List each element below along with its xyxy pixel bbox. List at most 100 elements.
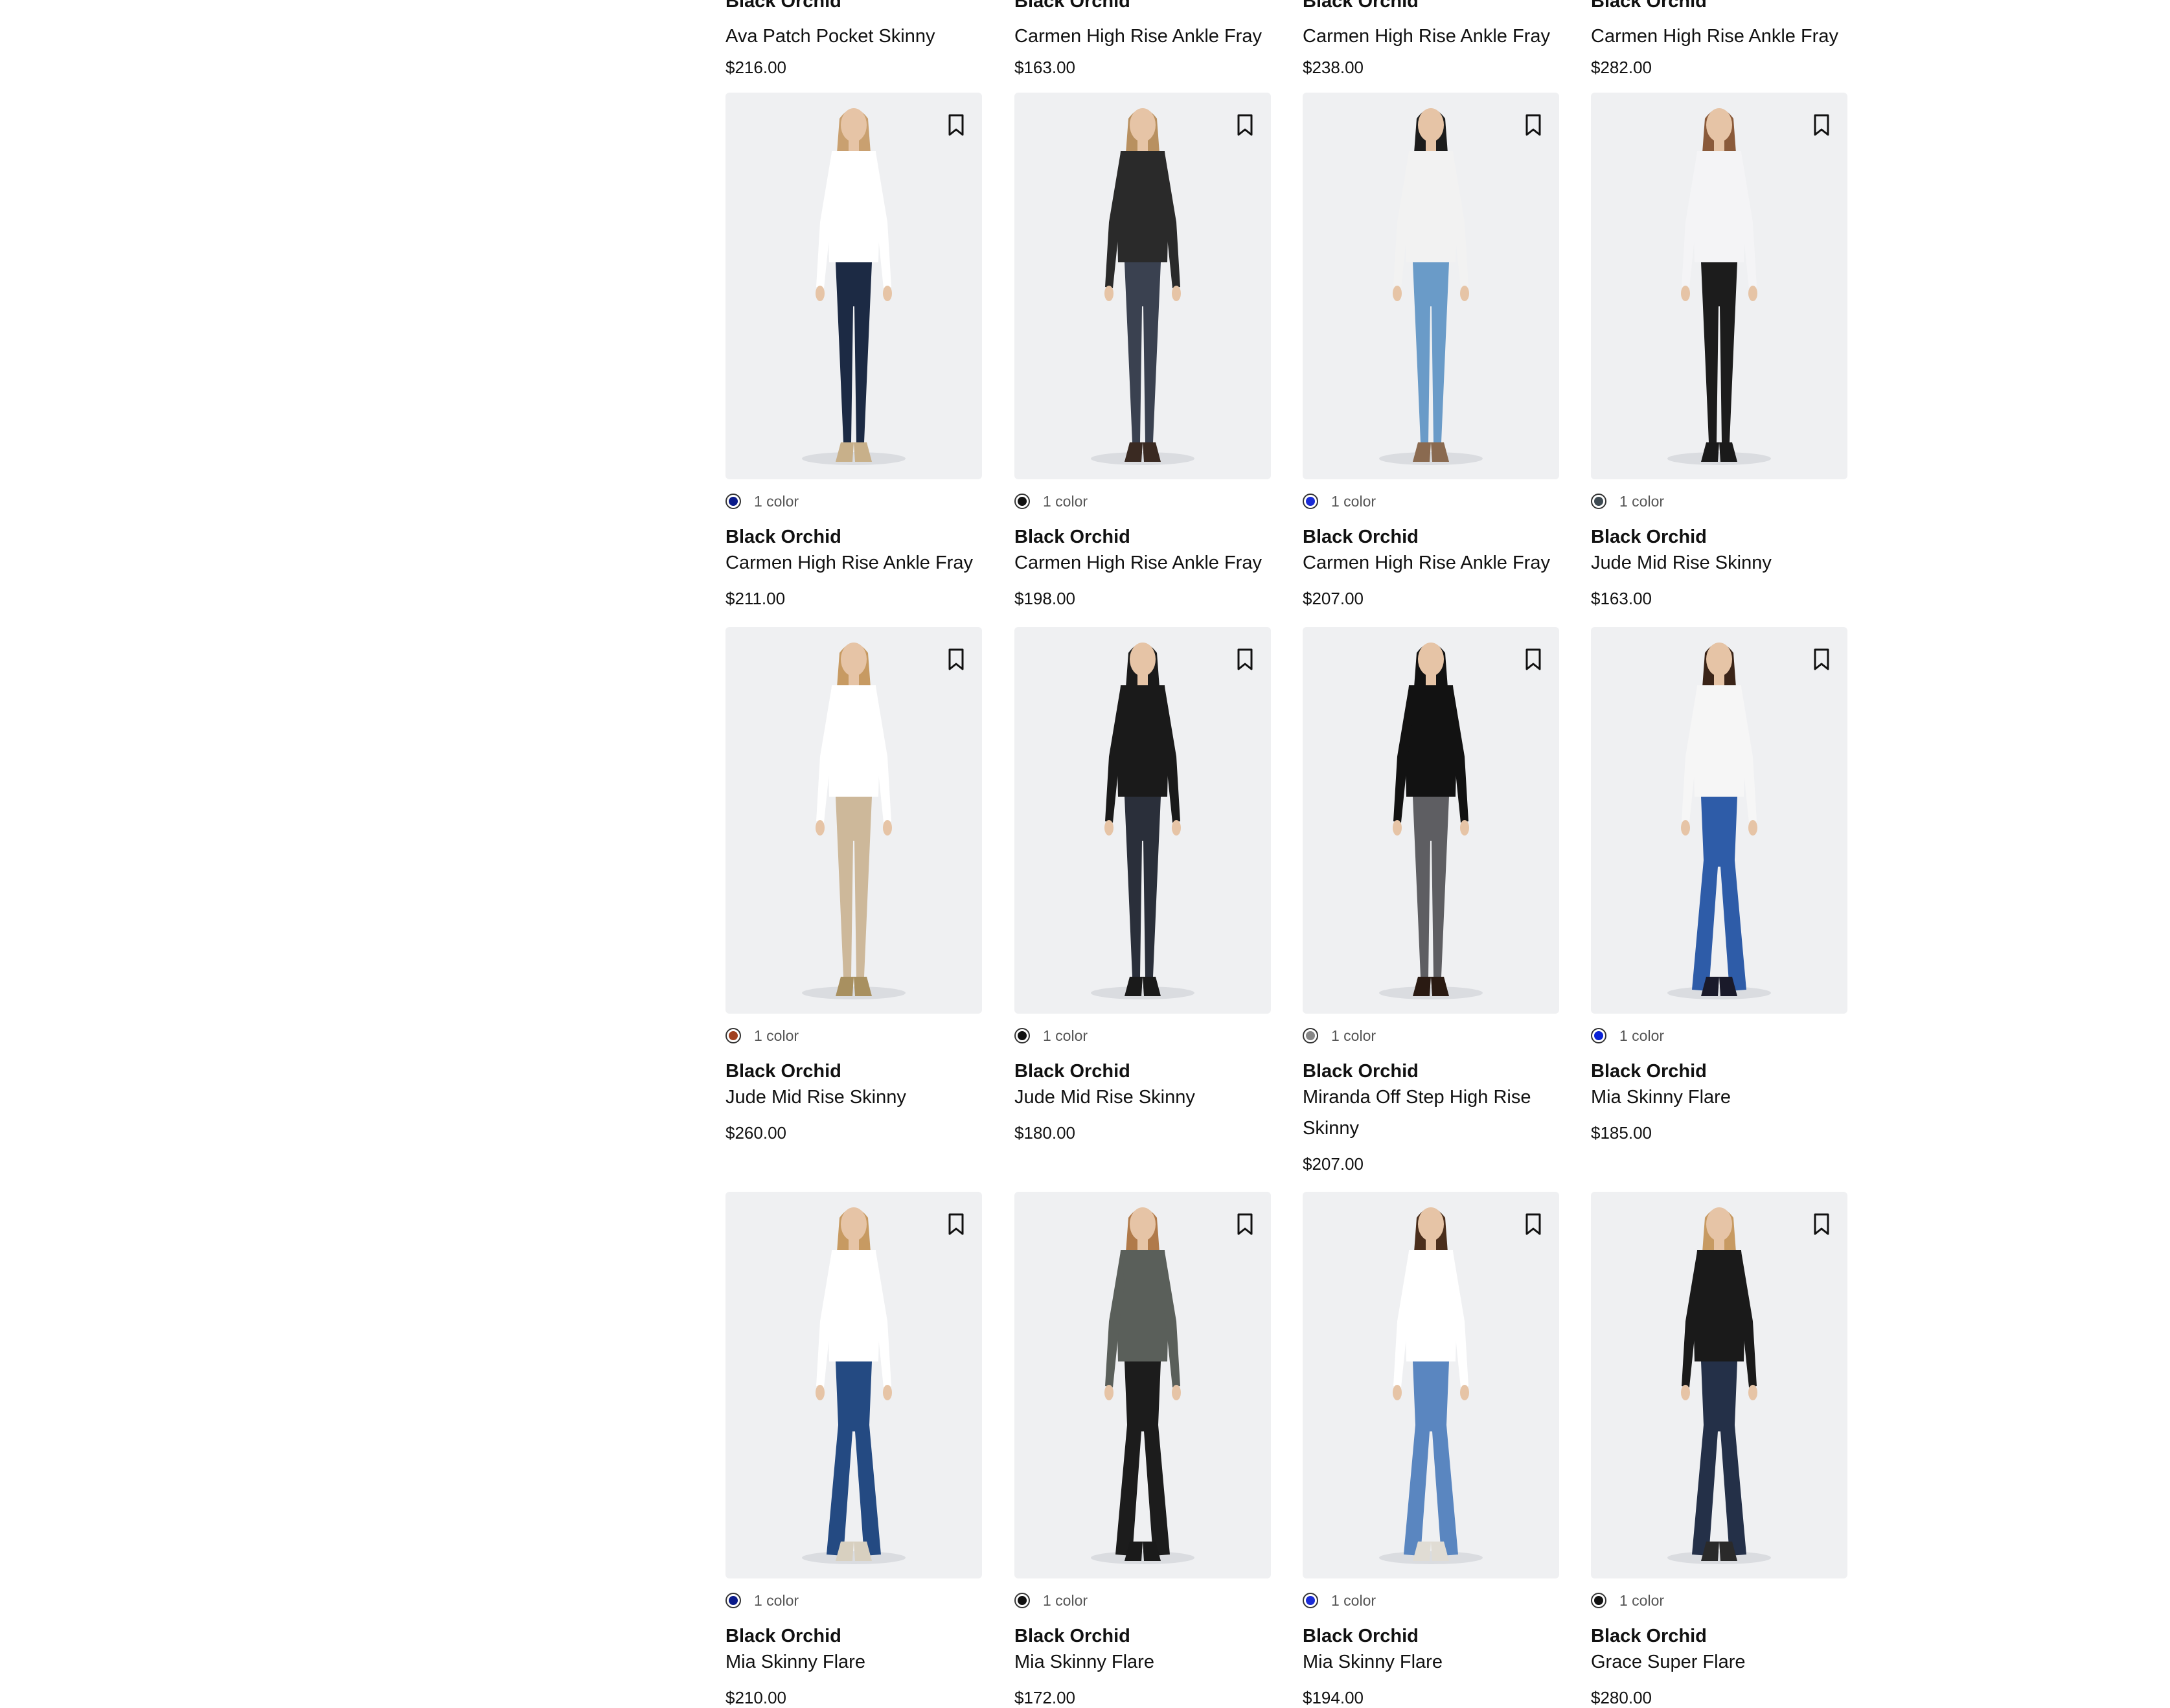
- product-name[interactable]: Jude Mid Rise Skinny: [725, 1082, 982, 1113]
- product-price: $180.00: [1014, 1123, 1075, 1143]
- product-name[interactable]: Jude Mid Rise Skinny: [1591, 547, 1847, 578]
- color-swatch[interactable]: [1591, 1028, 1606, 1043]
- color-options: 1 color: [1303, 490, 1376, 512]
- product-image[interactable]: [1014, 627, 1271, 1014]
- product-photo: [1379, 643, 1483, 999]
- product-name[interactable]: Mia Skinny Flare: [725, 1646, 982, 1678]
- bookmark-icon[interactable]: [1524, 1213, 1542, 1236]
- color-swatch[interactable]: [725, 494, 741, 509]
- product-brand: Black Orchid: [1303, 0, 1419, 12]
- product-brand: Black Orchid: [1591, 0, 1707, 12]
- product-photo: [1667, 1207, 1771, 1564]
- product-image[interactable]: [725, 93, 982, 479]
- product-image[interactable]: [725, 627, 982, 1014]
- color-count: 1 color: [1043, 492, 1088, 510]
- color-swatch[interactable]: [1014, 1028, 1030, 1043]
- color-count: 1 color: [754, 1027, 799, 1044]
- product-brand: Black Orchid: [1014, 0, 1130, 12]
- product-brand: Black Orchid: [1591, 1626, 1707, 1646]
- color-swatch[interactable]: [1014, 1593, 1030, 1608]
- product-photo: [1091, 1207, 1194, 1564]
- bookmark-icon[interactable]: [1236, 113, 1254, 137]
- product-image[interactable]: [1303, 93, 1559, 479]
- bookmark-icon[interactable]: [947, 1213, 965, 1236]
- bookmark-icon[interactable]: [1524, 113, 1542, 137]
- product-price: $238.00: [1303, 58, 1364, 77]
- bookmark-icon[interactable]: [1812, 1213, 1831, 1236]
- product-name[interactable]: Grace Super Flare: [1591, 1646, 1847, 1678]
- color-count: 1 color: [1043, 1591, 1088, 1609]
- product-price: $207.00: [1303, 589, 1364, 608]
- product-image[interactable]: [1303, 627, 1559, 1014]
- product-photo: [802, 643, 906, 999]
- product-image[interactable]: [1303, 1192, 1559, 1578]
- product-name[interactable]: Jude Mid Rise Skinny: [1014, 1082, 1271, 1113]
- color-options: 1 color: [1591, 1589, 1664, 1611]
- product-image[interactable]: [1591, 1192, 1847, 1578]
- color-swatch[interactable]: [1303, 1593, 1318, 1608]
- color-swatch[interactable]: [1303, 1028, 1318, 1043]
- product-name[interactable]: Carmen High Rise Ankle Fray: [1303, 547, 1559, 578]
- bookmark-icon[interactable]: [947, 648, 965, 671]
- product-price: $207.00: [1303, 1154, 1364, 1174]
- product-brand: Black Orchid: [1303, 1061, 1419, 1082]
- product-photo: [1379, 108, 1483, 465]
- product-brand: Black Orchid: [1591, 527, 1707, 547]
- product-name[interactable]: Miranda Off Step High Rise Skinny: [1303, 1082, 1559, 1144]
- product-name[interactable]: Ava Patch Pocket Skinny: [725, 21, 982, 52]
- product-image[interactable]: [725, 1192, 982, 1578]
- product-grid: Black Orchid Ava Patch Pocket Skinny $216.…: [0, 0, 2170, 1707]
- product-name[interactable]: Mia Skinny Flare: [1591, 1082, 1847, 1113]
- product-name[interactable]: Carmen High Rise Ankle Fray: [1014, 547, 1271, 578]
- color-count: 1 color: [1331, 1591, 1376, 1609]
- color-options: 1 color: [1591, 490, 1664, 512]
- color-count: 1 color: [1331, 492, 1376, 510]
- color-swatch[interactable]: [725, 1028, 741, 1043]
- product-name[interactable]: Carmen High Rise Ankle Fray: [1303, 21, 1559, 52]
- product-image[interactable]: [1014, 1192, 1271, 1578]
- bookmark-icon[interactable]: [1236, 648, 1254, 671]
- color-options: 1 color: [1014, 490, 1088, 512]
- color-options: 1 color: [725, 1025, 799, 1047]
- color-count: 1 color: [1331, 1027, 1376, 1044]
- product-image[interactable]: [1591, 627, 1847, 1014]
- product-name[interactable]: Mia Skinny Flare: [1303, 1646, 1559, 1678]
- color-count: 1 color: [754, 1591, 799, 1609]
- product-price: $282.00: [1591, 58, 1652, 77]
- color-swatch[interactable]: [1014, 494, 1030, 509]
- product-name[interactable]: Carmen High Rise Ankle Fray: [1591, 21, 1847, 52]
- product-price: $163.00: [1591, 589, 1652, 608]
- product-photo: [1091, 643, 1194, 999]
- color-options: 1 color: [1303, 1589, 1376, 1611]
- product-name[interactable]: Mia Skinny Flare: [1014, 1646, 1271, 1678]
- color-count: 1 color: [1043, 1027, 1088, 1044]
- bookmark-icon[interactable]: [1812, 113, 1831, 137]
- product-price: $198.00: [1014, 589, 1075, 608]
- product-name[interactable]: Carmen High Rise Ankle Fray: [1014, 21, 1271, 52]
- product-image[interactable]: [1014, 93, 1271, 479]
- product-image[interactable]: [1591, 93, 1847, 479]
- color-swatch[interactable]: [1303, 494, 1318, 509]
- product-price: $280.00: [1591, 1688, 1652, 1707]
- product-photo: [1091, 108, 1194, 465]
- color-options: 1 color: [725, 490, 799, 512]
- product-brand: Black Orchid: [725, 1626, 841, 1646]
- product-photo: [1379, 1207, 1483, 1564]
- product-brand: Black Orchid: [1014, 527, 1130, 547]
- bookmark-icon[interactable]: [1236, 1213, 1254, 1236]
- color-swatch[interactable]: [1591, 494, 1606, 509]
- bookmark-icon[interactable]: [947, 113, 965, 137]
- product-price: $260.00: [725, 1123, 786, 1143]
- color-options: 1 color: [1014, 1589, 1088, 1611]
- product-price: $194.00: [1303, 1688, 1364, 1707]
- color-swatch[interactable]: [725, 1593, 741, 1608]
- color-count: 1 color: [1619, 1591, 1665, 1609]
- color-swatch[interactable]: [1591, 1593, 1606, 1608]
- product-name[interactable]: Carmen High Rise Ankle Fray: [725, 547, 982, 578]
- product-brand: Black Orchid: [725, 0, 841, 12]
- product-brand: Black Orchid: [1014, 1061, 1130, 1082]
- product-price: $210.00: [725, 1688, 786, 1707]
- product-photo: [1667, 108, 1771, 465]
- bookmark-icon[interactable]: [1812, 648, 1831, 671]
- bookmark-icon[interactable]: [1524, 648, 1542, 671]
